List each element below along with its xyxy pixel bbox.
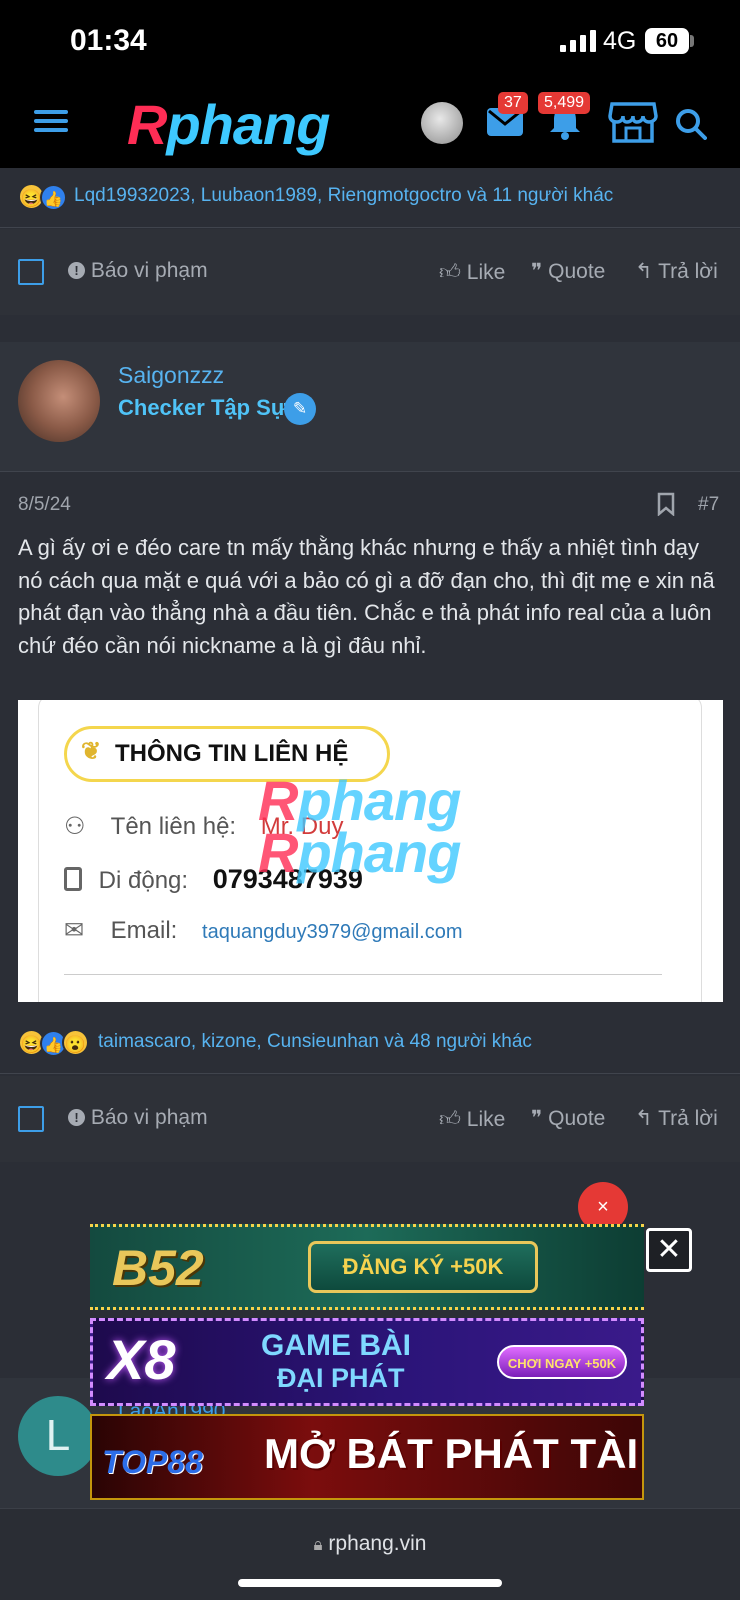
contact-name-label: Tên liên hệ: bbox=[110, 813, 237, 840]
post-reactions-bar: 😆 👍 😮 taimascaro, kizone, Cunsieunhan và 4… bbox=[0, 1014, 740, 1074]
reply-label: Trả lời bbox=[658, 1107, 718, 1130]
envelope-open-icon: ✉ bbox=[64, 917, 85, 944]
status-time: 01:34 bbox=[70, 24, 147, 57]
like-label: Like bbox=[466, 261, 506, 284]
logo-text: phang bbox=[166, 93, 330, 156]
author-avatar[interactable] bbox=[18, 360, 100, 442]
thumbs-up-icon: 👍︎ bbox=[439, 1108, 461, 1131]
ad2-brand: X8 bbox=[107, 1328, 176, 1391]
report-label: Báo vi phạm bbox=[90, 1106, 208, 1129]
ad-banner-top88[interactable]: TOP88 MỞ BÁT PHÁT TÀI bbox=[90, 1414, 644, 1500]
ad-banner-x8[interactable]: X8 GAME BÀI ĐẠI PHÁT CHƠI NGAY +50K bbox=[90, 1318, 644, 1406]
ad2-cta: CHƠI NGAY +50K bbox=[497, 1345, 627, 1379]
prev-reactions-text[interactable]: Lqd19932023, Luubaon1989, Riengmotgoctro… bbox=[74, 185, 613, 207]
search-icon[interactable] bbox=[675, 108, 707, 140]
status-bar: 01:34 4G 60 bbox=[0, 0, 740, 82]
url-value: rphang.vin bbox=[328, 1532, 427, 1555]
wow-reaction-icon: 😮 bbox=[62, 1029, 89, 1056]
reply-button[interactable]: ↰ Trả lời bbox=[635, 1106, 718, 1131]
prev-action-bar: ! Báo vi phạm 👍︎ Like ❞ Quote ↰ Trả lời bbox=[0, 229, 740, 315]
user-avatar[interactable] bbox=[421, 102, 463, 144]
sprout-icon: ❦ bbox=[81, 738, 102, 765]
battery-tip bbox=[690, 35, 694, 47]
contact-phone-label: Di động: bbox=[98, 867, 189, 894]
alert-icon: ! bbox=[68, 1109, 85, 1126]
prev-reactions-bar: 😆 👍 Lqd19932023, Luubaon1989, Riengmotgoc… bbox=[0, 168, 740, 228]
like-reaction-icon: 👍 bbox=[40, 184, 67, 211]
ad2-line1: GAME BÀI bbox=[261, 1329, 411, 1362]
post-body: A gì ấy ơi e đéo care tn mấy thằng khác … bbox=[18, 535, 715, 658]
ad-banner-b52[interactable]: B52 ĐĂNG KÝ +50K bbox=[90, 1224, 644, 1310]
post-date[interactable]: 8/5/24 bbox=[18, 494, 71, 516]
url-text[interactable]: 🔒︎ rphang.vin bbox=[0, 1532, 740, 1556]
messages-badge: 37 bbox=[498, 92, 528, 114]
checker-badge-icon: ✎ bbox=[284, 393, 316, 425]
store-icon[interactable] bbox=[608, 100, 658, 144]
quote-icon: ❞ bbox=[531, 260, 543, 283]
author-username[interactable]: Saigonzzz bbox=[118, 362, 224, 389]
report-button[interactable]: ! Báo vi phạm bbox=[68, 1106, 208, 1130]
post-action-bar: ! Báo vi phạm 👍︎ Like ❞ Quote ↰ Trả lời bbox=[0, 1076, 740, 1162]
post-reactions-text[interactable]: taimascaro, kizone, Cunsieunhan và 48 ng… bbox=[98, 1031, 532, 1053]
ad1-brand: B52 bbox=[112, 1240, 204, 1296]
site-logo[interactable]: Rphang bbox=[127, 92, 330, 157]
quote-label: Quote bbox=[548, 260, 606, 283]
like-button[interactable]: 👍︎ Like bbox=[439, 1106, 505, 1132]
post-header: Saigonzzz Checker Tập Sự ✎ bbox=[0, 342, 740, 472]
author-title: Checker Tập Sự bbox=[118, 395, 287, 420]
reply-button[interactable]: ↰ Trả lời bbox=[635, 259, 718, 284]
browser-url-bar[interactable]: 🔒︎ rphang.vin bbox=[0, 1508, 740, 1600]
network-type: 4G bbox=[603, 27, 637, 55]
quote-icon: ❞ bbox=[531, 1107, 543, 1130]
ad3-brand: TOP88 bbox=[102, 1444, 203, 1480]
lock-icon: 🔒︎ bbox=[313, 1535, 323, 1554]
ad2-line2: ĐẠI PHÁT bbox=[277, 1363, 405, 1393]
battery-icon: 60 bbox=[645, 28, 689, 54]
reply-icon: ↰ bbox=[635, 260, 653, 283]
reaction-icons: 😆 👍 bbox=[18, 183, 67, 211]
reply-icon: ↰ bbox=[635, 1107, 653, 1130]
contact-email-row: ✉ Email: taquangduy3979@gmail.com bbox=[64, 916, 463, 945]
thumbs-up-icon: 👍︎ bbox=[439, 261, 461, 284]
quote-label: Quote bbox=[548, 1107, 606, 1130]
ad-dismiss-button[interactable]: ✕ bbox=[646, 1228, 692, 1272]
next-author-avatar[interactable]: L bbox=[18, 1396, 98, 1476]
phone-icon bbox=[64, 867, 82, 891]
report-button[interactable]: ! Báo vi phạm bbox=[68, 259, 208, 283]
home-indicator[interactable] bbox=[238, 1579, 502, 1587]
person-icon: ⚇ bbox=[64, 813, 86, 840]
attached-image[interactable]: ❦ THÔNG TIN LIÊN HỆ ⚇ Tên liên hệ: Mr. D… bbox=[18, 700, 723, 1002]
select-checkbox[interactable] bbox=[18, 259, 44, 285]
watermark-logo: Rphang bbox=[258, 821, 461, 884]
reaction-icons: 😆 👍 😮 bbox=[18, 1029, 89, 1057]
quote-button[interactable]: ❞ Quote bbox=[531, 259, 605, 284]
like-button[interactable]: 👍︎ Like bbox=[439, 259, 505, 285]
site-header: Rphang 37 5,499 bbox=[0, 82, 740, 168]
contact-title-text: THÔNG TIN LIÊN HỆ bbox=[115, 740, 349, 767]
alert-icon: ! bbox=[68, 262, 85, 279]
menu-icon[interactable] bbox=[34, 106, 68, 136]
like-label: Like bbox=[466, 1108, 506, 1131]
bookmark-icon[interactable] bbox=[657, 492, 675, 516]
card-divider bbox=[64, 974, 662, 975]
ad3-text: MỞ BÁT PHÁT TÀI bbox=[264, 1430, 639, 1477]
alerts-badge: 5,499 bbox=[538, 92, 591, 114]
report-label: Báo vi phạm bbox=[90, 259, 208, 282]
post-number[interactable]: #7 bbox=[698, 494, 719, 516]
contact-email-value: taquangduy3979@gmail.com bbox=[202, 921, 463, 943]
reply-label: Trả lời bbox=[658, 260, 718, 283]
quote-button[interactable]: ❞ Quote bbox=[531, 1106, 605, 1131]
select-checkbox[interactable] bbox=[18, 1106, 44, 1132]
logo-letter-r: R bbox=[127, 93, 167, 156]
contact-email-label: Email: bbox=[110, 917, 178, 944]
signal-icon bbox=[560, 30, 596, 52]
ad1-cta: ĐĂNG KÝ +50K bbox=[308, 1241, 538, 1293]
